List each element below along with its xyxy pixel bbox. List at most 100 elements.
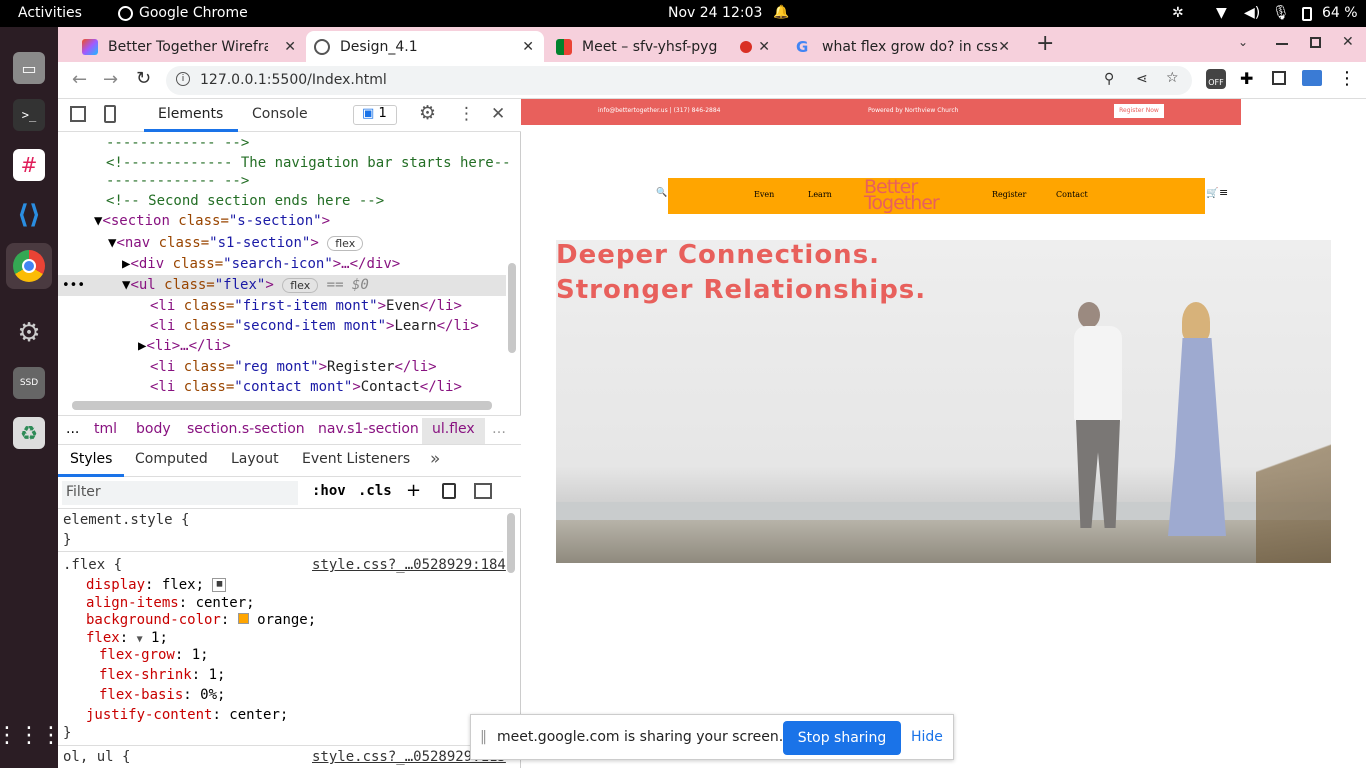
element-state-icon[interactable] bbox=[442, 483, 456, 499]
nav-even[interactable]: Even bbox=[754, 190, 774, 199]
nav-contact[interactable]: Contact bbox=[1056, 190, 1088, 199]
close-tab-icon[interactable]: ✕ bbox=[522, 39, 534, 55]
stop-sharing-button[interactable]: Stop sharing bbox=[783, 721, 901, 755]
maximize-icon[interactable] bbox=[1310, 37, 1321, 48]
styles-scrollbar[interactable] bbox=[507, 513, 515, 573]
new-rule-icon[interactable]: + bbox=[406, 480, 421, 501]
tab-figma[interactable]: Better Together Wirefram ✕ bbox=[74, 31, 306, 62]
zoom-icon[interactable]: ⚲ bbox=[1104, 71, 1114, 87]
site-search-icon[interactable]: 🔍 bbox=[656, 188, 667, 198]
dom-node-li[interactable]: <li class="first-item mont">Even</li> bbox=[150, 298, 462, 314]
node-more-icon[interactable]: ••• bbox=[62, 278, 85, 293]
breadcrumb-ul[interactable]: ul.flex bbox=[422, 418, 485, 444]
drag-handle-icon[interactable]: ‖ bbox=[480, 729, 487, 745]
flex-rule-source-link[interactable]: style.css?_…0528929:184 bbox=[312, 557, 506, 573]
breadcrumb-more[interactable]: ... bbox=[66, 421, 79, 437]
dom-node-li[interactable]: <li class="reg mont">Register</li> bbox=[150, 359, 437, 375]
flex-badge[interactable]: flex bbox=[282, 277, 319, 293]
tab-layout[interactable]: Layout bbox=[231, 451, 279, 467]
terminal-icon[interactable]: >_ bbox=[13, 99, 45, 131]
toggle-sidebar-icon[interactable] bbox=[474, 483, 492, 499]
trash-icon[interactable]: ♻ bbox=[13, 417, 45, 449]
dom-node-li[interactable]: <li class="contact mont">Contact</li> bbox=[150, 379, 462, 395]
extension-off-icon[interactable]: OFF bbox=[1206, 69, 1226, 89]
tab-design[interactable]: Design_4.1 ✕ bbox=[306, 31, 544, 62]
reload-icon[interactable]: ↻ bbox=[136, 68, 151, 89]
dom-node-ul[interactable]: ▼<ul class="flex"> flex == $0 bbox=[122, 277, 369, 293]
contact-info[interactable]: info@bettertogether.us | (317) 846-2884 bbox=[598, 107, 721, 114]
breadcrumb-html[interactable]: tml bbox=[94, 421, 117, 437]
more-tabs-icon[interactable]: » bbox=[430, 449, 440, 469]
close-tab-icon[interactable]: ✕ bbox=[284, 39, 296, 55]
css-declaration[interactable]: justify-content: center; bbox=[86, 707, 288, 723]
dom-node-nav[interactable]: ▼<nav class="s1-section"> flex bbox=[108, 235, 364, 251]
site-info-icon[interactable]: i bbox=[176, 72, 190, 86]
dom-node-li[interactable]: ▶<li>…</li> bbox=[138, 338, 231, 354]
hide-button[interactable]: Hide bbox=[911, 729, 943, 745]
css-declaration[interactable]: flex-shrink: 1; bbox=[99, 667, 225, 683]
register-now-button[interactable]: Register Now bbox=[1114, 104, 1164, 118]
profile-avatar[interactable] bbox=[1302, 70, 1322, 86]
share-icon[interactable]: ⋖ bbox=[1136, 71, 1148, 87]
flex-badge[interactable]: flex bbox=[327, 235, 364, 251]
tab-styles[interactable]: Styles bbox=[70, 451, 112, 467]
inspect-element-icon[interactable] bbox=[70, 106, 86, 122]
ssd-drive-icon[interactable]: SSD bbox=[13, 367, 45, 399]
css-declaration[interactable]: flex: ▼ 1; bbox=[86, 630, 168, 646]
active-app-name[interactable]: Google Chrome bbox=[139, 5, 248, 21]
slack-icon[interactable]: # bbox=[13, 149, 45, 181]
styles-filter-input[interactable]: Filter bbox=[62, 481, 298, 505]
url-text[interactable]: 127.0.0.1:5500/Index.html bbox=[200, 72, 387, 88]
tab-meet[interactable]: Meet – sfv-yhsf-pyg ✕ bbox=[548, 31, 780, 62]
dom-horizontal-scrollbar[interactable] bbox=[72, 401, 492, 410]
menu-dots-icon[interactable]: ⋮ bbox=[1338, 68, 1356, 89]
dom-node-li[interactable]: <li class="second-item mont">Learn</li> bbox=[150, 318, 479, 334]
tab-console[interactable]: Console bbox=[252, 106, 308, 122]
hamburger-menu-icon[interactable]: ≡ bbox=[1219, 186, 1228, 199]
tab-computed[interactable]: Computed bbox=[135, 451, 208, 467]
close-tab-icon[interactable]: ✕ bbox=[998, 39, 1010, 55]
cart-icon[interactable]: 🛒 bbox=[1206, 188, 1218, 199]
device-toolbar-icon[interactable] bbox=[104, 105, 116, 123]
breadcrumb-overflow-icon[interactable]: … bbox=[492, 421, 506, 437]
css-declaration[interactable]: background-color: orange; bbox=[86, 612, 316, 628]
back-icon[interactable]: ← bbox=[72, 69, 87, 90]
new-tab-button[interactable]: + bbox=[1036, 31, 1054, 56]
css-declaration[interactable]: flex-basis: 0%; bbox=[99, 687, 225, 703]
files-icon[interactable]: ▭ bbox=[13, 52, 45, 84]
close-tab-icon[interactable]: ✕ bbox=[758, 39, 770, 55]
activities-button[interactable]: Activities bbox=[18, 5, 82, 21]
forward-icon[interactable]: → bbox=[103, 69, 118, 90]
cls-toggle[interactable]: .cls bbox=[358, 483, 392, 499]
flexbox-editor-icon[interactable]: ▦ bbox=[212, 578, 227, 592]
clock[interactable]: Nov 24 12:03 bbox=[668, 5, 762, 21]
tab-event-listeners[interactable]: Event Listeners bbox=[302, 451, 410, 467]
extensions-puzzle-icon[interactable]: ✚ bbox=[1240, 69, 1253, 88]
css-declaration[interactable]: display: flex; ▦ bbox=[86, 577, 227, 593]
tab-search[interactable]: G what flex grow do? in css ✕ bbox=[788, 31, 1020, 62]
minimize-icon[interactable] bbox=[1276, 43, 1288, 45]
side-panel-icon[interactable] bbox=[1272, 71, 1286, 85]
devtools-more-icon[interactable]: ⋮ bbox=[458, 104, 475, 124]
breadcrumb-section[interactable]: section.s-section bbox=[187, 421, 305, 437]
ol-ul-rule-selector[interactable]: ol, ul { bbox=[63, 749, 130, 765]
bookmark-star-icon[interactable]: ☆ bbox=[1166, 70, 1179, 86]
issues-badge[interactable]: ▣ 1 bbox=[353, 105, 397, 125]
volume-icon[interactable]: ◀) bbox=[1244, 5, 1260, 21]
show-apps-icon[interactable]: ⋮⋮⋮ bbox=[0, 719, 62, 751]
logo-together[interactable]: Together bbox=[864, 192, 940, 214]
tab-elements[interactable]: Elements bbox=[158, 106, 223, 122]
expand-shorthand-icon[interactable]: ▼ bbox=[137, 634, 143, 645]
vscode-icon[interactable]: ⟨⟩ bbox=[13, 199, 45, 231]
settings-icon[interactable]: ⚙ bbox=[13, 317, 45, 349]
dom-node-section[interactable]: ▼<section class="s-section"> bbox=[94, 213, 330, 229]
dom-vertical-scrollbar[interactable] bbox=[508, 263, 516, 353]
breadcrumb-nav[interactable]: nav.s1-section bbox=[318, 421, 419, 437]
devtools-close-icon[interactable]: ✕ bbox=[491, 104, 505, 124]
flex-rule-selector[interactable]: .flex { bbox=[63, 557, 122, 573]
microphone-icon[interactable]: 🎙 bbox=[1272, 5, 1290, 21]
close-window-icon[interactable]: ✕ bbox=[1342, 34, 1354, 50]
devtools-settings-icon[interactable]: ⚙ bbox=[419, 102, 436, 124]
breadcrumb-body[interactable]: body bbox=[136, 421, 171, 437]
address-bar[interactable]: i 127.0.0.1:5500/Index.html ⚲ ⋖ ☆ bbox=[166, 66, 1192, 95]
